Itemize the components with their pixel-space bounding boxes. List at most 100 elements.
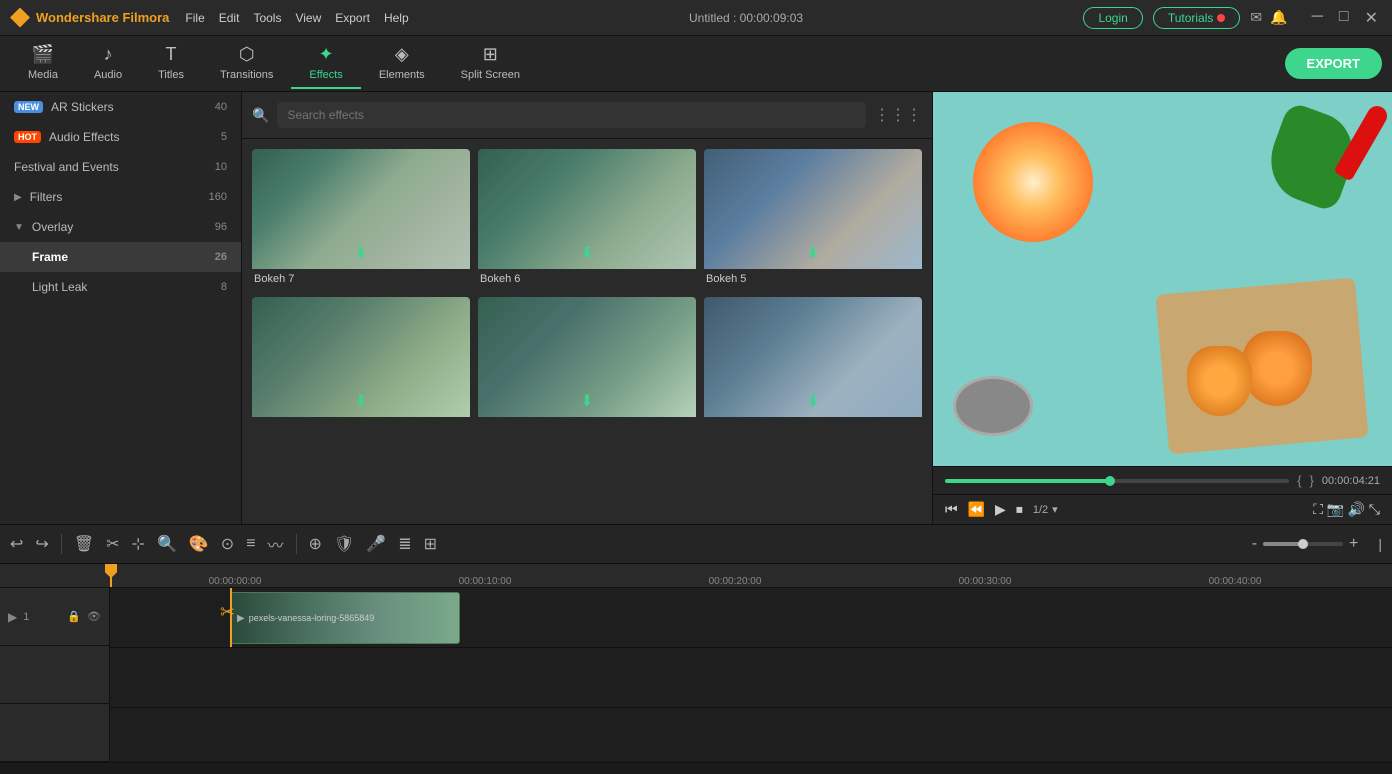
stop-button[interactable]: ⏹ [1016,501,1023,518]
sidebar-item-overlay[interactable]: ▼ Overlay 96 [0,212,241,242]
color-button[interactable]: 🎨 [189,534,209,554]
overlay-count: 96 [215,221,227,233]
clip-name: pexels-vanessa-loring-5865849 [249,613,453,623]
effect-card-5[interactable]: ⬇ [478,297,696,425]
zoom-out-button[interactable]: - [1252,535,1257,553]
mail-icon[interactable]: ✉ [1250,9,1262,26]
screenshot-button[interactable]: 📷 [1327,501,1344,518]
notifications-icon[interactable]: 🔔 [1270,9,1287,26]
subtitle-button[interactable]: ≣ [398,534,411,554]
ai-button[interactable]: ⊙ [221,534,234,554]
mosaic-button[interactable]: ⊞ [424,534,437,554]
sidebar-item-ar-stickers[interactable]: NEW AR Stickers 40 [0,92,241,122]
crop-button[interactable]: ⊹ [132,534,145,554]
menu-bar: File Edit Tools View Export Help [185,11,408,25]
bracket-left: { [1297,473,1301,488]
titles-icon: T [166,44,177,65]
login-button[interactable]: Login [1083,7,1142,29]
sidebar-item-light-leak[interactable]: Light Leak 8 [0,272,241,302]
zoom-dropdown-icon[interactable]: ▾ [1052,503,1058,516]
hot-badge: HOT [14,131,41,143]
menu-file[interactable]: File [185,11,204,25]
sidebar-item-frame[interactable]: Frame 26 [0,242,241,272]
video-clip[interactable]: ▶ pexels-vanessa-loring-5865849 [230,592,460,644]
toolbar-elements[interactable]: ◈ Elements [361,38,443,89]
toolbar-effects[interactable]: ✦ Effects [291,38,360,89]
grid-toggle-icon[interactable]: ⋮⋮⋮ [874,105,922,125]
zoom-thumb [1298,539,1308,549]
play-button[interactable]: ▶ [995,501,1006,518]
effect-card-4[interactable]: ⬇ [252,297,470,425]
menu-view[interactable]: View [295,11,321,25]
filters-count: 160 [209,191,227,203]
fit-screen-button[interactable]: ⛶ [1313,501,1323,518]
lock-button[interactable]: | [1378,536,1382,552]
fullscreen-button[interactable]: ⤡ [1369,501,1380,518]
project-title: Untitled : 00:00:09:03 [689,11,803,25]
tutorials-button[interactable]: Tutorials [1153,7,1241,29]
ruler-mark-2: 00:00:20:00 [610,576,860,587]
toolbar-titles[interactable]: T Titles [140,38,202,89]
snap-button[interactable]: ⊕ [309,534,322,554]
effect-label-bokeh6: Bokeh 6 [478,269,696,289]
effects-panel: 🔍 ⋮⋮⋮ ⬇ Bokeh 7 ⬇ Bokeh 6 [242,92,932,524]
effect-card-6[interactable]: ⬇ [704,297,922,425]
download-icon-5: ⬇ [580,391,593,411]
search-bar: 🔍 ⋮⋮⋮ [242,92,932,139]
preview-frame [933,92,1392,466]
filters-label: Filters [30,190,63,204]
download-icon-6: ⬇ [806,391,819,411]
export-button[interactable]: EXPORT [1285,48,1382,79]
minimize-button[interactable]: ─ [1308,8,1327,28]
menu-help[interactable]: Help [384,11,409,25]
track-lock-icon[interactable]: 🔒 [67,610,81,623]
timeline-scrollbar[interactable] [0,762,1392,774]
undo-button[interactable]: ↩ [10,534,23,554]
toolbar-media[interactable]: 🎬 Media [10,38,76,89]
effect-card-bokeh5[interactable]: ⬇ Bokeh 5 [704,149,922,289]
titles-label: Titles [158,69,184,81]
playhead[interactable] [110,564,112,587]
app-name: Wondershare Filmora [36,10,169,25]
delete-button[interactable]: 🗑 [74,534,94,554]
overlay-expand-arrow: ▼ [14,222,24,233]
speed-button[interactable]: ≡ [246,535,255,553]
track-eye-icon[interactable]: 👁 [87,610,101,623]
menu-export[interactable]: Export [335,11,370,25]
sidebar-item-filters[interactable]: ▶ Filters 160 [0,182,241,212]
menu-tools[interactable]: Tools [253,11,281,25]
zoom-in-timeline-button[interactable]: + [1349,535,1358,553]
effect-label-4 [252,417,470,425]
toolbar-split-screen[interactable]: ⊞ Split Screen [443,38,538,89]
time-display: 00:00:04:21 [1322,475,1380,487]
shield-button[interactable]: 🛡 [334,534,354,554]
toolbar-audio[interactable]: ♪ Audio [76,38,140,89]
toolbar-transitions[interactable]: ⬡ Transitions [202,38,291,89]
audio-wave-button[interactable]: 〰 [268,532,284,556]
maximize-button[interactable]: □ [1335,8,1353,28]
cut-button[interactable]: ✂ [106,534,119,554]
toolbar-separator-1 [61,534,62,554]
track-label-video-3 [0,704,109,762]
skip-back-button[interactable]: ⏮ [945,501,958,518]
volume-button[interactable]: 🔊 [1348,501,1365,518]
frame-back-button[interactable]: ⏪ [968,501,985,518]
toolbar-separator-2 [296,534,297,554]
effect-card-bokeh7[interactable]: ⬇ Bokeh 7 [252,149,470,289]
effect-card-bokeh6[interactable]: ⬇ Bokeh 6 [478,149,696,289]
mic-button[interactable]: 🎤 [366,534,386,554]
bracket-right: } [1310,473,1314,488]
sidebar-item-audio-effects[interactable]: HOT Audio Effects 5 [0,122,241,152]
playback-progress[interactable] [945,479,1289,483]
sidebar-item-festival-events[interactable]: Festival and Events 10 [0,152,241,182]
title-bar-right: Login Tutorials ✉ 🔔 ─ □ ✕ [1083,7,1382,29]
zoom-level: 1/2 [1033,504,1048,516]
ruler-mark-4: 00:00:40:00 [1110,576,1360,587]
search-input[interactable] [277,102,866,128]
zoom-in-button[interactable]: 🔍 [157,534,177,554]
menu-edit[interactable]: Edit [219,11,240,25]
redo-button[interactable]: ↪ [35,534,48,554]
preview-controls: { } 00:00:04:21 [933,466,1392,494]
zoom-slider[interactable] [1263,542,1343,546]
close-button[interactable]: ✕ [1361,8,1382,28]
